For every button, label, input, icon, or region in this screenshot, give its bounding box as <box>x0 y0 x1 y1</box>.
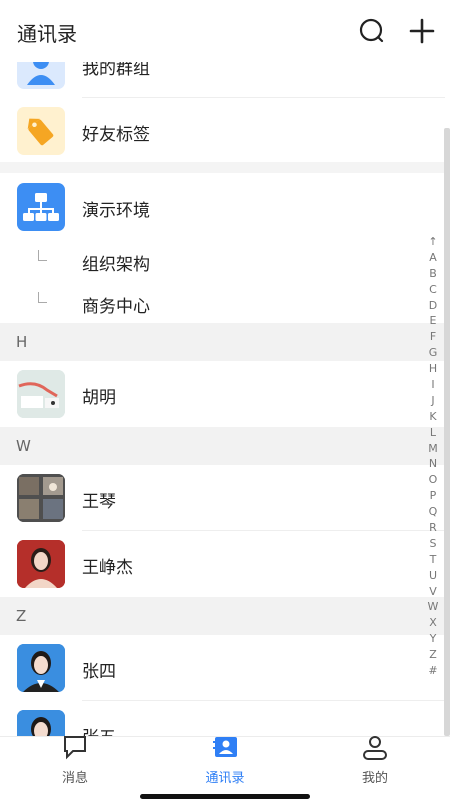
index-letter[interactable]: # <box>424 663 442 679</box>
section-header-z: Z <box>0 597 445 635</box>
contact-row[interactable]: 张五 <box>0 701 445 736</box>
index-letter[interactable]: B <box>424 266 442 282</box>
tree-branch-icon <box>38 250 47 261</box>
index-letter[interactable]: Z <box>424 647 442 663</box>
org-child-label: 商务中心 <box>82 297 150 317</box>
search-icon[interactable] <box>355 14 389 48</box>
tab-bar: 消息 通讯录 我的 <box>0 736 450 801</box>
avatar <box>17 370 65 418</box>
index-letter[interactable]: J <box>424 393 442 409</box>
index-letter[interactable]: ↑ <box>424 234 442 250</box>
index-letter[interactable]: S <box>424 536 442 552</box>
scrollbar[interactable] <box>444 128 450 736</box>
index-letter[interactable]: N <box>424 456 442 472</box>
header-bar: 通讯录 <box>0 0 450 62</box>
contact-row[interactable]: 胡明 <box>0 361 445 427</box>
contact-name: 张四 <box>82 662 116 682</box>
tree-branch-icon <box>38 292 47 303</box>
index-letter[interactable]: M <box>424 441 442 457</box>
contact-name: 胡明 <box>82 388 116 408</box>
avatar <box>17 644 65 692</box>
index-letter[interactable]: Y <box>424 631 442 647</box>
index-letter[interactable]: O <box>424 472 442 488</box>
avatar <box>17 710 65 736</box>
profile-icon <box>359 735 391 763</box>
index-letter[interactable]: U <box>424 568 442 584</box>
contact-row[interactable]: 王琴 <box>0 465 445 531</box>
tag-icon <box>17 107 65 155</box>
section-header-w: W <box>0 427 445 465</box>
org-label: 演示环境 <box>82 201 150 221</box>
index-letter[interactable]: K <box>424 409 442 425</box>
plus-icon[interactable] <box>405 14 439 48</box>
index-letter[interactable]: T <box>424 552 442 568</box>
tab-profile[interactable]: 我的 <box>300 735 450 801</box>
contact-list: 我的群组 好友标签 演示环境 组织架构 商务中心 H 胡明 W 王琴 王峥杰 Z… <box>0 0 450 736</box>
index-letter[interactable]: X <box>424 615 442 631</box>
alphabet-index[interactable]: ↑ A B C D E F G H I J K L M N O P Q R S T U V W X Y Z # <box>424 234 442 679</box>
org-child-business[interactable]: 商务中心 <box>0 282 445 324</box>
home-indicator <box>140 794 310 799</box>
index-letter[interactable]: E <box>424 313 442 329</box>
index-letter[interactable]: I <box>424 377 442 393</box>
contact-row[interactable]: 王峥杰 <box>0 531 445 597</box>
tab-contacts[interactable]: 通讯录 <box>150 737 300 801</box>
index-letter[interactable]: G <box>424 345 442 361</box>
index-letter[interactable]: P <box>424 488 442 504</box>
index-letter[interactable]: D <box>424 298 442 314</box>
org-child-label: 组织架构 <box>82 255 150 275</box>
index-letter[interactable]: V <box>424 584 442 600</box>
tab-messages[interactable]: 消息 <box>0 735 150 801</box>
index-letter[interactable]: F <box>424 329 442 345</box>
group-row-friend-tags[interactable]: 好友标签 <box>0 98 445 164</box>
index-letter[interactable]: R <box>424 520 442 536</box>
org-row[interactable]: 演示环境 <box>0 174 445 240</box>
index-letter[interactable]: H <box>424 361 442 377</box>
group-label: 好友标签 <box>82 125 150 145</box>
contact-name: 王琴 <box>82 492 116 512</box>
contacts-icon <box>209 735 241 763</box>
message-icon <box>59 735 91 763</box>
contact-name: 王峥杰 <box>82 558 133 578</box>
index-letter[interactable]: C <box>424 282 442 298</box>
page-title: 通讯录 <box>17 22 77 46</box>
contact-row[interactable]: 张四 <box>0 635 445 701</box>
index-letter[interactable]: Q <box>424 504 442 520</box>
section-header-h: H <box>0 323 445 361</box>
org-child-structure[interactable]: 组织架构 <box>0 240 445 282</box>
org-chart-icon <box>17 183 65 231</box>
index-letter[interactable]: A <box>424 250 442 266</box>
avatar <box>17 540 65 588</box>
index-letter[interactable]: L <box>424 425 442 441</box>
avatar <box>17 474 65 522</box>
index-letter[interactable]: W <box>424 599 442 615</box>
